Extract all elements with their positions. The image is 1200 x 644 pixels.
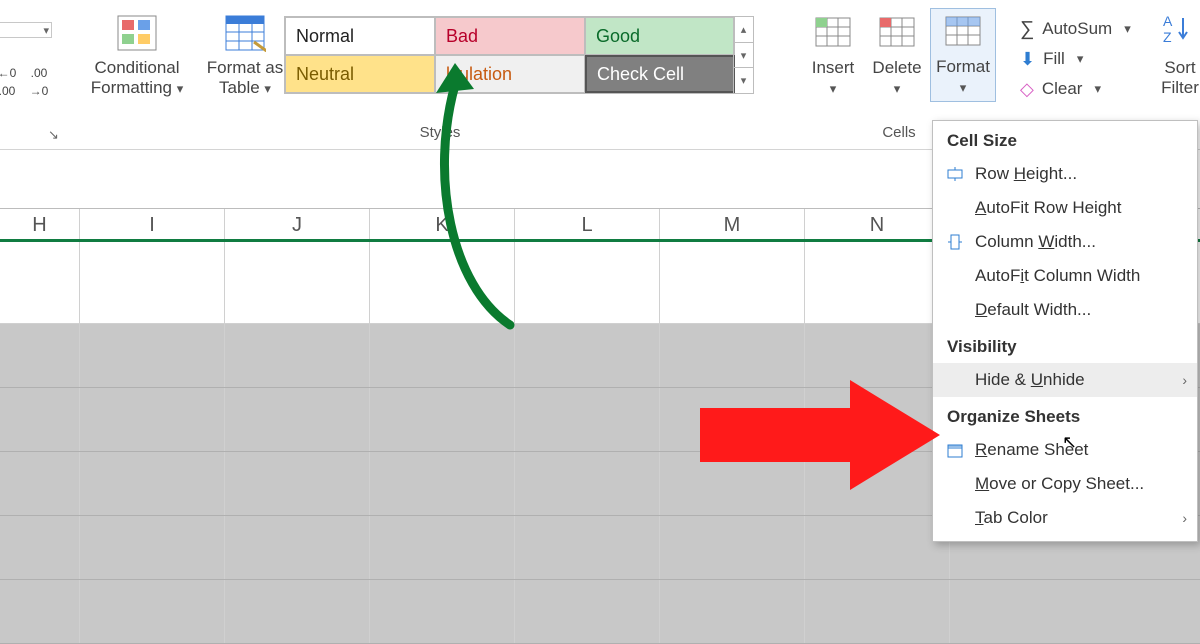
conditional-formatting-icon: [114, 12, 160, 54]
increase-decimal-button[interactable]: ←0.00: [0, 64, 20, 100]
delete-cells-icon: [873, 12, 921, 54]
column-width-icon: [945, 232, 965, 252]
fill-button[interactable]: ⬇ Fill▾: [1020, 44, 1131, 74]
insert-button[interactable]: Insert▾: [804, 12, 862, 98]
gallery-scroll-up-icon[interactable]: ▴: [734, 17, 753, 43]
chevron-right-icon: ›: [1182, 510, 1187, 526]
menu-item-row-height[interactable]: Row Height...: [933, 157, 1197, 191]
styles-group-label: Styles: [400, 124, 480, 141]
menu-item-autofit-row-height[interactable]: AutoFit Row Height: [933, 191, 1197, 225]
cells-group-label: Cells: [864, 124, 934, 141]
menu-section-cell-size: Cell Size: [933, 121, 1197, 157]
column-header[interactable]: L: [515, 209, 660, 239]
menu-item-move-copy-sheet[interactable]: Move or Copy Sheet...: [933, 467, 1197, 501]
style-neutral[interactable]: Neutral: [285, 55, 435, 93]
format-dropdown-menu: Cell Size Row Height... AutoFit Row Heig…: [932, 120, 1198, 542]
insert-cells-icon: [809, 12, 857, 54]
cell-styles-gallery[interactable]: Normal Bad Good Neutral lculation Check …: [284, 16, 754, 94]
clear-button[interactable]: ◇ Clear▾: [1020, 74, 1131, 104]
format-as-table-icon: [222, 12, 268, 54]
sort-filter-button[interactable]: AZ SortFilter: [1160, 12, 1200, 98]
gallery-scroll-down-icon[interactable]: ▾: [734, 43, 753, 69]
column-header[interactable]: K: [370, 209, 515, 239]
column-header[interactable]: N: [805, 209, 950, 239]
decrease-decimal-button[interactable]: .00→0: [26, 64, 52, 100]
svg-text:Z: Z: [1163, 29, 1172, 45]
gallery-scroll[interactable]: ▴ ▾ ▾: [733, 17, 753, 93]
autosum-button[interactable]: ∑ AutoSum▾: [1020, 14, 1131, 44]
eraser-icon: ◇: [1020, 79, 1034, 100]
format-cells-icon: [939, 11, 987, 53]
sigma-icon: ∑: [1020, 18, 1034, 41]
style-calculation[interactable]: lculation: [435, 55, 585, 93]
menu-item-default-width[interactable]: Default Width...: [933, 293, 1197, 327]
menu-section-visibility: Visibility: [933, 327, 1197, 363]
menu-item-column-width[interactable]: Column Width...: [933, 225, 1197, 259]
column-header[interactable]: I: [80, 209, 225, 239]
menu-item-hide-unhide[interactable]: Hide & Unhide ›: [933, 363, 1197, 397]
gallery-more-icon[interactable]: ▾: [734, 68, 753, 93]
chevron-right-icon: ›: [1182, 372, 1187, 388]
style-normal[interactable]: Normal: [285, 17, 435, 55]
number-group-launcher-icon[interactable]: ↘: [48, 127, 59, 143]
format-button[interactable]: Format▾: [930, 8, 996, 102]
style-bad[interactable]: Bad: [435, 17, 585, 55]
conditional-formatting-button[interactable]: Conditional Formatting ▾: [82, 12, 192, 97]
number-group: ▾ ←0.00 .00→0: [0, 22, 60, 100]
svg-text:A: A: [1163, 13, 1173, 29]
menu-item-autofit-column-width[interactable]: AutoFit Column Width: [933, 259, 1197, 293]
column-header[interactable]: J: [225, 209, 370, 239]
style-good[interactable]: Good: [585, 17, 735, 55]
style-check-cell[interactable]: Check Cell: [585, 55, 735, 93]
menu-item-rename-sheet[interactable]: Rename Sheet: [933, 433, 1197, 467]
fill-down-icon: ⬇: [1020, 49, 1035, 70]
menu-item-tab-color[interactable]: Tab Color ›: [933, 501, 1197, 535]
number-format-dropdown[interactable]: ▾: [0, 22, 52, 38]
menu-section-organize-sheets: Organize Sheets: [933, 397, 1197, 433]
column-header[interactable]: M: [660, 209, 805, 239]
format-as-table-button[interactable]: Format as Table ▾: [200, 12, 290, 97]
rename-sheet-icon: [945, 440, 965, 460]
row-height-icon: [945, 164, 965, 184]
editing-group: ∑ AutoSum▾ ⬇ Fill▾ ◇ Clear▾: [1020, 14, 1131, 104]
delete-button[interactable]: Delete▾: [866, 12, 928, 98]
sort-filter-icon: AZ: [1160, 12, 1200, 54]
column-header[interactable]: H: [0, 209, 80, 239]
